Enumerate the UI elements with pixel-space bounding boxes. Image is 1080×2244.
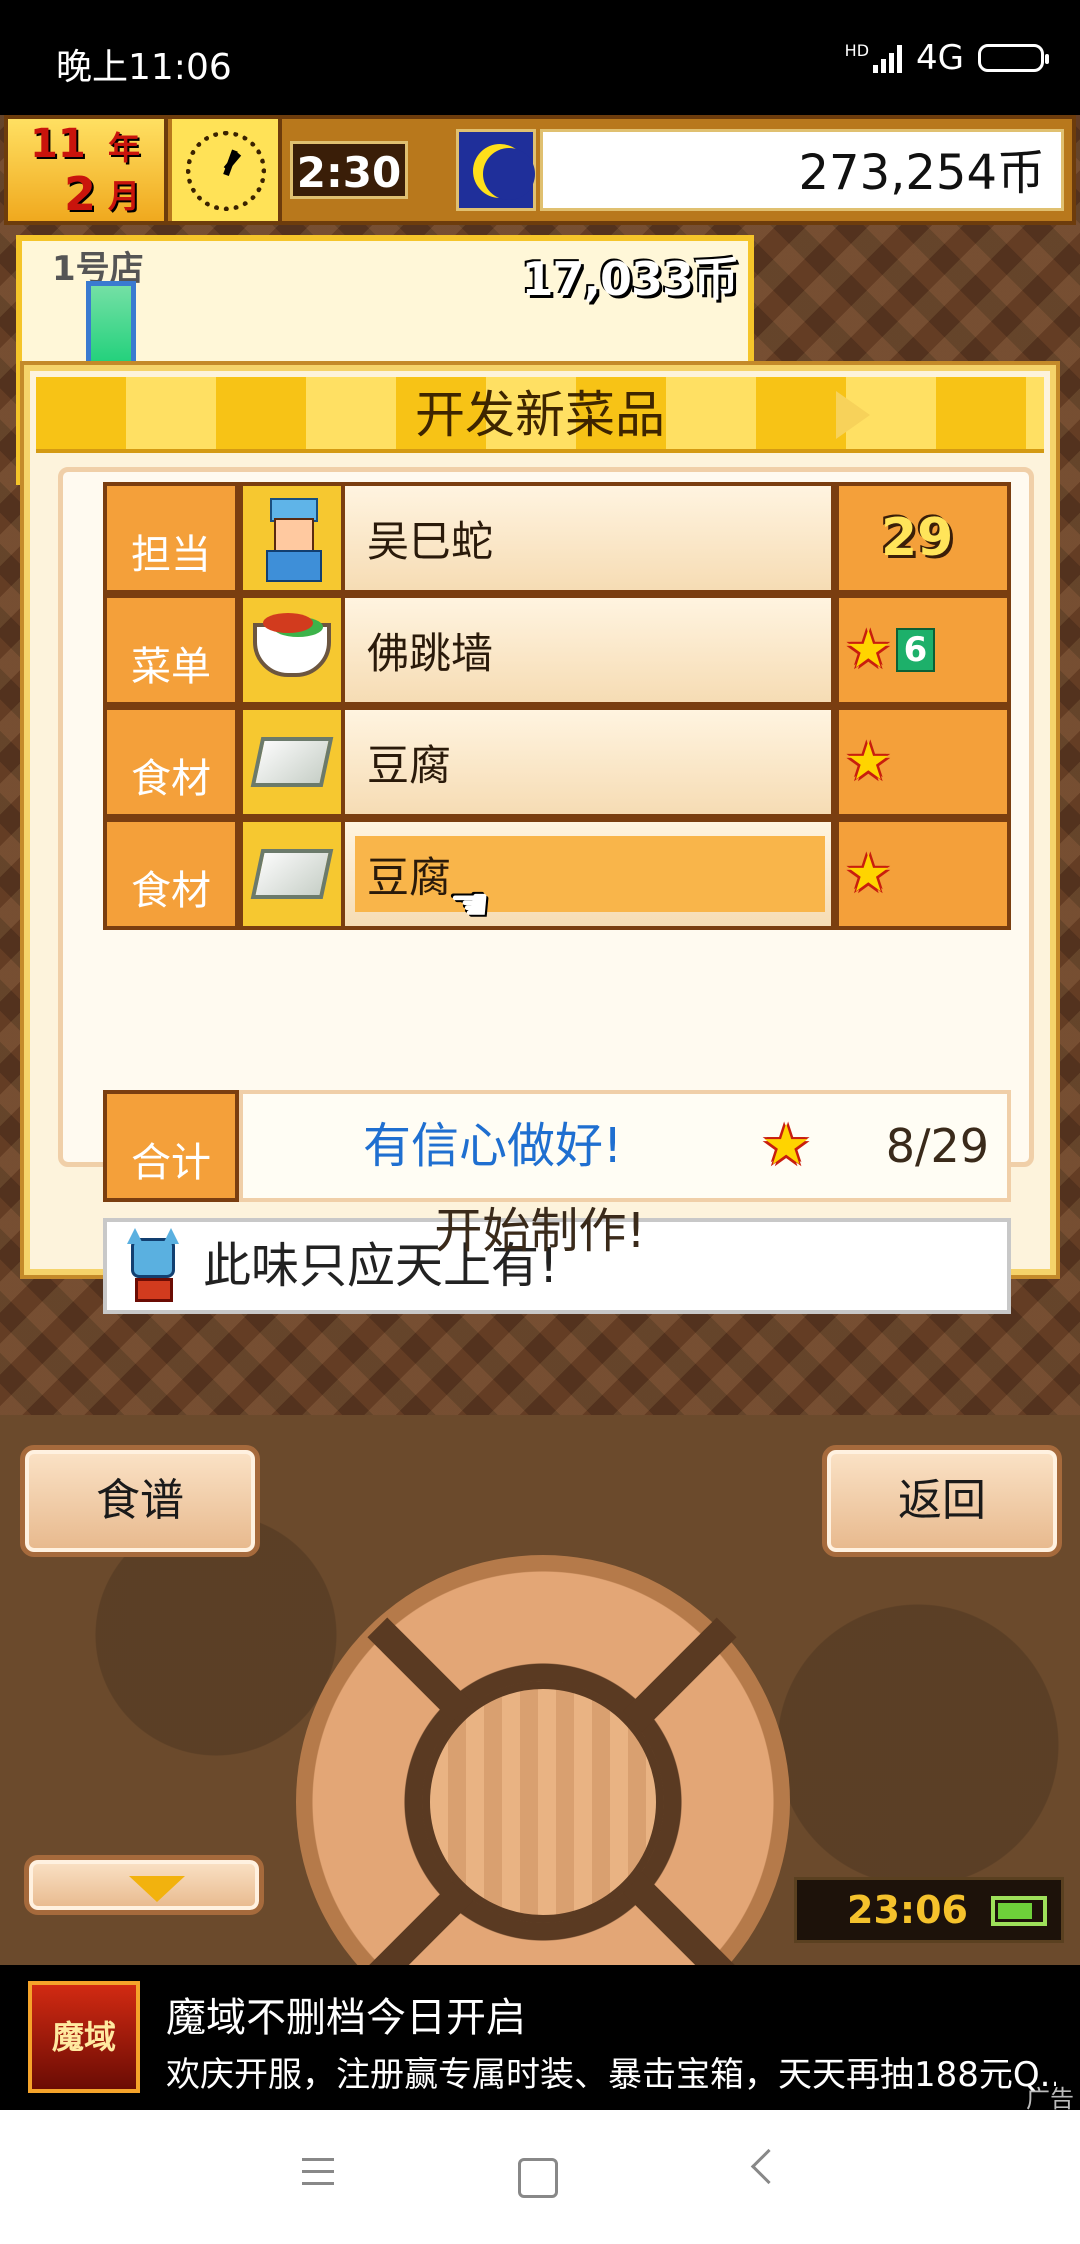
row-label-ingredient-1: 食材 bbox=[103, 706, 239, 818]
date-display: 11 年 2 月 bbox=[8, 119, 168, 221]
control-panel: 食谱 返回 23:06 bbox=[0, 1415, 1080, 1965]
total-score: 8/29 bbox=[885, 1119, 989, 1173]
total-cell: 有信心做好! ★ 8/29 bbox=[239, 1090, 1011, 1202]
ingredient-1-rating: ★ bbox=[835, 706, 1011, 818]
signal-icon bbox=[873, 43, 903, 73]
month-unit: 月 bbox=[108, 177, 141, 215]
moon-icon bbox=[456, 129, 536, 211]
ad-banner[interactable]: 魔域 魔域不删档今日开启 欢庆开服，注册赢专属时装、暴击宝箱，天天再抽188元Q… bbox=[0, 1965, 1080, 2113]
staff-level-value: 29 bbox=[881, 508, 954, 568]
game-area: 11 年 2 月 2:30 273,254币 1号店 17,033币 开发新菜品 bbox=[0, 115, 1080, 1965]
recipe-button[interactable]: 食谱 bbox=[20, 1445, 260, 1557]
ingredient-1-select[interactable]: 豆腐 bbox=[345, 706, 835, 818]
ingredient-2-rating: ★ bbox=[835, 818, 1011, 930]
staff-name: 吴巳蛇 bbox=[367, 516, 494, 566]
dialog-body: 担当 吴巳蛇 29 菜单 佛跳墙 ★ 6 食材 豆腐 ★ 食材 豆腐 ☚ ★ 合… bbox=[58, 467, 1034, 1314]
network-label: 4G bbox=[916, 38, 964, 78]
status-bar: 晚上11:06 HD 4G bbox=[0, 0, 1080, 115]
staff-level: 29 bbox=[835, 482, 1011, 594]
star-icon: ★ bbox=[761, 1113, 812, 1178]
total-message: 有信心做好! bbox=[363, 1118, 623, 1174]
dish-bowl-icon bbox=[239, 594, 345, 706]
money-display: 273,254币 bbox=[540, 129, 1064, 211]
status-icons: HD 4G bbox=[844, 36, 1049, 80]
star-icon: ★ bbox=[845, 620, 892, 680]
menu-select[interactable]: 佛跳墙 bbox=[345, 594, 835, 706]
month-value: 2 bbox=[64, 167, 97, 221]
year-unit: 年 bbox=[108, 129, 141, 167]
money-value: 273,254币 bbox=[798, 145, 1046, 201]
shop-gauge bbox=[86, 281, 136, 371]
back-button[interactable]: 返回 bbox=[822, 1445, 1062, 1557]
navigation-bar bbox=[0, 2110, 1080, 2244]
ingredient-2-select[interactable]: 豆腐 ☚ bbox=[345, 818, 835, 931]
scroll-down-button[interactable] bbox=[24, 1855, 264, 1915]
staff-select[interactable]: 吴巳蛇 bbox=[345, 482, 835, 594]
chef-icon bbox=[239, 482, 345, 594]
row-label-staff: 担当 bbox=[103, 482, 239, 594]
back-icon[interactable] bbox=[750, 2148, 787, 2185]
menu-badge: 6 bbox=[895, 628, 936, 672]
row-label-ingredient-2: 食材 bbox=[103, 818, 239, 930]
star-icon: ★ bbox=[845, 732, 892, 792]
battery-icon bbox=[978, 44, 1049, 72]
tofu-icon bbox=[239, 706, 345, 818]
dialog-title-bar: 开发新菜品 bbox=[36, 377, 1044, 453]
chevron-down-icon bbox=[129, 1876, 185, 1902]
next-arrow-icon[interactable] bbox=[836, 391, 870, 439]
ingredient-2-name: 豆腐 bbox=[367, 852, 452, 902]
develop-dish-dialog: 开发新菜品 担当 吴巳蛇 29 菜单 佛跳墙 ★ 6 食材 豆腐 ★ 食材 豆腐… bbox=[24, 365, 1056, 1314]
ad-app-icon[interactable]: 魔域 bbox=[28, 1981, 140, 2093]
game-battery-icon bbox=[991, 1896, 1047, 1926]
tofu-icon bbox=[239, 818, 345, 930]
year-value: 11 bbox=[30, 121, 86, 167]
row-label-menu: 菜单 bbox=[103, 594, 239, 706]
star-icon: ★ bbox=[845, 844, 892, 904]
dpad-center-button[interactable] bbox=[422, 1681, 664, 1923]
home-icon[interactable] bbox=[518, 2158, 558, 2198]
real-clock-time: 23:06 bbox=[847, 1888, 968, 1932]
game-time: 2:30 bbox=[290, 141, 408, 199]
dialog-title: 开发新菜品 bbox=[415, 386, 665, 444]
ad-title[interactable]: 魔域不删档今日开启 bbox=[166, 1985, 526, 2043]
pointing-hand-icon: ☚ bbox=[449, 877, 491, 931]
row-label-total: 合计 bbox=[103, 1090, 239, 1202]
menu-name: 佛跳墙 bbox=[367, 628, 494, 678]
menu-icon[interactable] bbox=[296, 2150, 346, 2200]
clock-icon bbox=[172, 119, 282, 221]
menu-rating: ★ 6 bbox=[835, 594, 1011, 706]
top-info-bar: 11 年 2 月 2:30 273,254币 bbox=[4, 115, 1076, 225]
dpad[interactable] bbox=[296, 1555, 790, 1965]
hd-label: HD bbox=[844, 40, 870, 60]
ad-description[interactable]: 欢庆开服，注册赢专属时装、暴击宝箱，天天再抽188元Q... bbox=[166, 2047, 1056, 2096]
status-time: 晚上11:06 bbox=[56, 47, 232, 88]
shop-money: 17,033币 bbox=[521, 252, 739, 306]
start-button[interactable]: 开始制作! bbox=[30, 1191, 1050, 1271]
real-clock: 23:06 bbox=[794, 1877, 1064, 1943]
ingredient-1-name: 豆腐 bbox=[367, 740, 452, 790]
ad-tag: 广告 bbox=[1026, 2085, 1074, 2113]
